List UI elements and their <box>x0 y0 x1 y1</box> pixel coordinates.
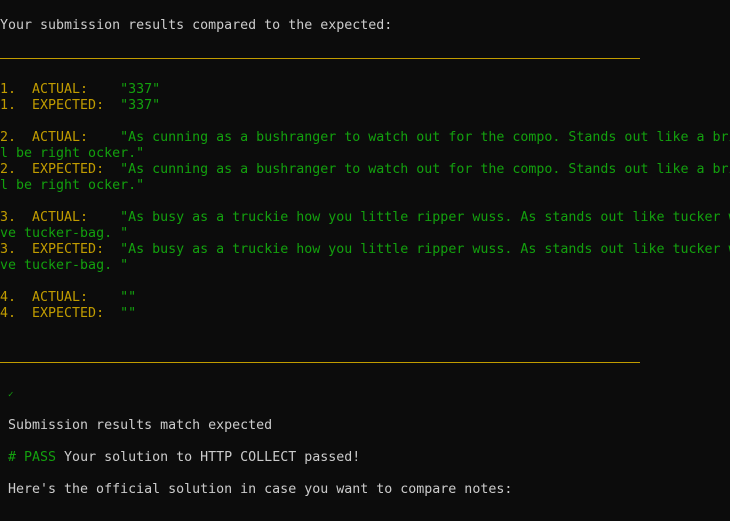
result-2-actual-value: "As cunning as a bushranger to watch out… <box>120 130 730 145</box>
result-4-actual-value: "" <box>120 290 137 305</box>
result-1-expected-label: 1. EXPECTED: <box>0 98 121 113</box>
result-4-expected-label: 4. EXPECTED: <box>0 306 121 321</box>
solution-message: Here's the official solution in case you… <box>8 482 513 497</box>
result-3-actual-label: 3. ACTUAL: <box>0 210 121 225</box>
result-2-actual: 2. ACTUAL: "As cunning as a bushranger t… <box>0 130 730 146</box>
check-icon: ✓ <box>8 390 14 400</box>
top-separator <box>0 58 640 59</box>
bottom-separator <box>0 362 640 363</box>
result-4-expected-value: "" <box>120 306 137 321</box>
result-3-expected-wrap: ve tucker-bag. " <box>0 258 129 273</box>
result-3-actual: 3. ACTUAL: "As busy as a truckie how you… <box>0 210 730 226</box>
terminal-window: Your submission results compared to the … <box>0 0 730 521</box>
result-4-expected: 4. EXPECTED: "" <box>0 306 136 322</box>
result-2-expected-wrap: l be right ocker." <box>0 178 145 193</box>
pass-line: # PASS Your solution to HTTP COLLECT pas… <box>8 450 360 466</box>
result-2-expected-value: "As cunning as a bushranger to watch out… <box>120 162 730 177</box>
result-1-actual-label: 1. ACTUAL: <box>0 82 121 97</box>
result-3-expected-value: "As busy as a truckie how you little rip… <box>120 242 730 257</box>
result-1-actual-value: "337" <box>120 82 161 97</box>
result-4-actual: 4. ACTUAL: "" <box>0 290 136 306</box>
result-2-actual-label: 2. ACTUAL: <box>0 130 121 145</box>
result-3-actual-value: "As busy as a truckie how you little rip… <box>120 210 730 225</box>
pass-message: Your solution to HTTP COLLECT passed! <box>56 450 361 465</box>
result-1-expected: 1. EXPECTED: "337" <box>0 98 160 114</box>
result-3-expected: 3. EXPECTED: "As busy as a truckie how y… <box>0 242 730 258</box>
pass-marker: # PASS <box>8 450 57 465</box>
result-2-expected-label: 2. EXPECTED: <box>0 162 121 177</box>
match-message: Submission results match expected <box>8 418 273 433</box>
result-4-actual-label: 4. ACTUAL: <box>0 290 121 305</box>
result-2-expected: 2. EXPECTED: "As cunning as a bushranger… <box>0 162 730 178</box>
result-3-actual-wrap: ve tucker-bag. " <box>0 226 129 241</box>
result-3-expected-label: 3. EXPECTED: <box>0 242 121 257</box>
result-2-actual-wrap: l be right ocker." <box>0 146 145 161</box>
result-1-actual: 1. ACTUAL: "337" <box>0 82 160 98</box>
results-header: Your submission results compared to the … <box>0 18 393 33</box>
result-1-expected-value: "337" <box>120 98 161 113</box>
